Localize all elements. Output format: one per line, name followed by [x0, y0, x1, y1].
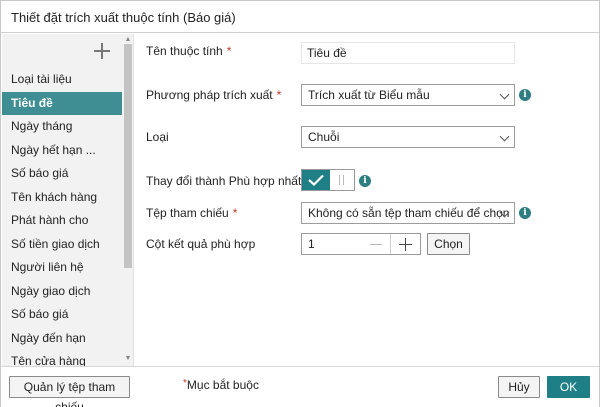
- scroll-down-arrow-icon[interactable]: ▼: [124, 355, 132, 363]
- type-label: Loại: [146, 130, 169, 144]
- extraction-method-value: Trích xuất từ Biểu mẫu: [308, 88, 430, 102]
- attribute-list-item[interactable]: Tên khách hàng: [2, 186, 122, 210]
- attribute-list-item[interactable]: Loại tài liệu: [2, 68, 122, 92]
- manage-reference-files-button[interactable]: Quản lý tệp tham chiếu: [9, 376, 130, 407]
- reference-file-label: Tệp tham chiếu *: [146, 206, 238, 220]
- attribute-name-label: Tên thuộc tính *: [146, 44, 232, 58]
- chevron-down-icon: [499, 131, 510, 142]
- decrement-minus-icon[interactable]: [364, 234, 388, 254]
- result-column-stepper[interactable]: 1: [301, 233, 421, 255]
- cancel-button[interactable]: Hủy: [498, 376, 540, 398]
- attribute-list: Loại tài liệu Tiêu đề Ngày tháng Ngày hế…: [2, 68, 122, 366]
- toggle-grip-icon: [339, 175, 344, 185]
- extract-settings-dialog: Thiết đặt trích xuất thuộc tính (Báo giá…: [0, 0, 600, 407]
- required-marker: *: [232, 206, 238, 220]
- dialog-footer: Quản lý tệp tham chiếu *Mục bắt buộc Hủy…: [1, 366, 599, 407]
- type-value: Chuỗi: [308, 130, 340, 144]
- chevron-down-icon: [499, 89, 510, 100]
- info-icon[interactable]: i: [519, 89, 531, 101]
- type-select[interactable]: Chuỗi: [301, 126, 515, 148]
- attribute-list-item[interactable]: Tên cửa hàng: [2, 350, 122, 366]
- required-note: *Mục bắt buộc: [183, 378, 259, 392]
- result-column-value[interactable]: 1: [308, 234, 315, 254]
- attribute-list-item[interactable]: Ngày tháng: [2, 115, 122, 139]
- info-icon[interactable]: i: [519, 207, 531, 219]
- add-attribute-plus-icon[interactable]: [92, 41, 112, 61]
- sidebar-scrollbar[interactable]: ▲ ▼: [122, 34, 133, 366]
- required-marker: *: [276, 88, 282, 102]
- attribute-list-item[interactable]: Ngày giao dịch: [2, 280, 122, 304]
- scroll-thumb[interactable]: [124, 44, 132, 268]
- extraction-method-select[interactable]: Trích xuất từ Biểu mẫu: [301, 84, 515, 106]
- attribute-list-item[interactable]: Người liên hệ: [2, 256, 122, 280]
- title-bar: Thiết đặt trích xuất thuộc tính (Báo giá…: [1, 1, 599, 33]
- reference-file-select[interactable]: Không có sẵn tệp tham chiếu để chọn: [301, 202, 515, 224]
- extraction-method-label: Phương pháp trích xuất *: [146, 88, 282, 102]
- attribute-list-item[interactable]: Phát hành cho: [2, 209, 122, 233]
- ok-button[interactable]: OK: [547, 376, 590, 398]
- attribute-list-item[interactable]: Số báo giá: [2, 303, 122, 327]
- result-column-label: Cột kết quả phù hợp: [146, 237, 256, 251]
- best-match-toggle[interactable]: [301, 169, 355, 191]
- increment-plus-icon[interactable]: [390, 234, 420, 254]
- scroll-up-arrow-icon[interactable]: ▲: [124, 36, 132, 44]
- choose-button[interactable]: Chọn: [427, 233, 470, 255]
- reference-file-value: Không có sẵn tệp tham chiếu để chọn: [308, 206, 510, 220]
- attribute-list-item-selected[interactable]: Tiêu đề: [2, 91, 122, 115]
- check-icon: [308, 174, 324, 186]
- best-match-label: Thay đổi thành Phù hợp nhất: [146, 174, 302, 188]
- attribute-sidebar: Loại tài liệu Tiêu đề Ngày tháng Ngày hế…: [2, 34, 134, 366]
- attribute-form: Tên thuộc tính * Tiêu đề Phương pháp tríc…: [135, 34, 599, 366]
- attribute-list-item[interactable]: Ngày đến hạn: [2, 327, 122, 351]
- attribute-list-item[interactable]: Ngày hết hạn ...: [2, 139, 122, 163]
- attribute-list-item[interactable]: Số báo giá: [2, 162, 122, 186]
- info-icon[interactable]: i: [359, 175, 371, 187]
- attribute-name-input[interactable]: Tiêu đề: [301, 42, 515, 64]
- attribute-list-item[interactable]: Số tiền giao dịch: [2, 233, 122, 257]
- toggle-on-segment: [302, 170, 330, 190]
- required-marker: *: [226, 44, 232, 58]
- dialog-title: Thiết đặt trích xuất thuộc tính (Báo giá…: [11, 10, 236, 25]
